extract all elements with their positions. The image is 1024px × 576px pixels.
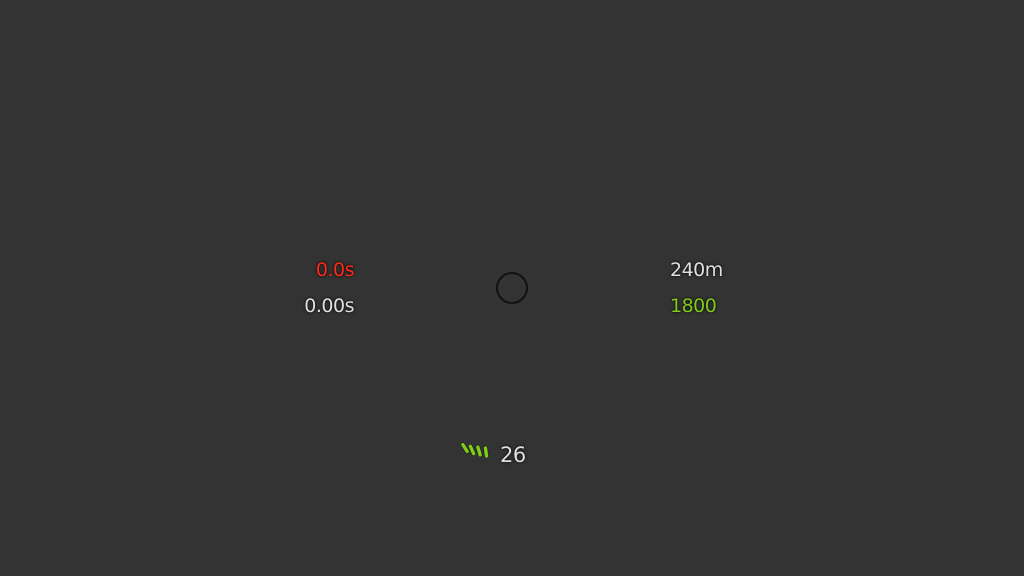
score-value: 1800: [670, 295, 717, 317]
elapsed-timer: 0.00s: [304, 295, 354, 317]
reload-timer: 0.0s: [315, 259, 355, 281]
game-hud: 0.0s 0.00s 240m 1800 26: [0, 0, 1024, 576]
crosshair-ring-icon: [496, 272, 528, 304]
ammo-count: 26: [500, 443, 526, 467]
target-distance: 240m: [670, 259, 723, 281]
ammo-shells-icon: [460, 442, 489, 459]
